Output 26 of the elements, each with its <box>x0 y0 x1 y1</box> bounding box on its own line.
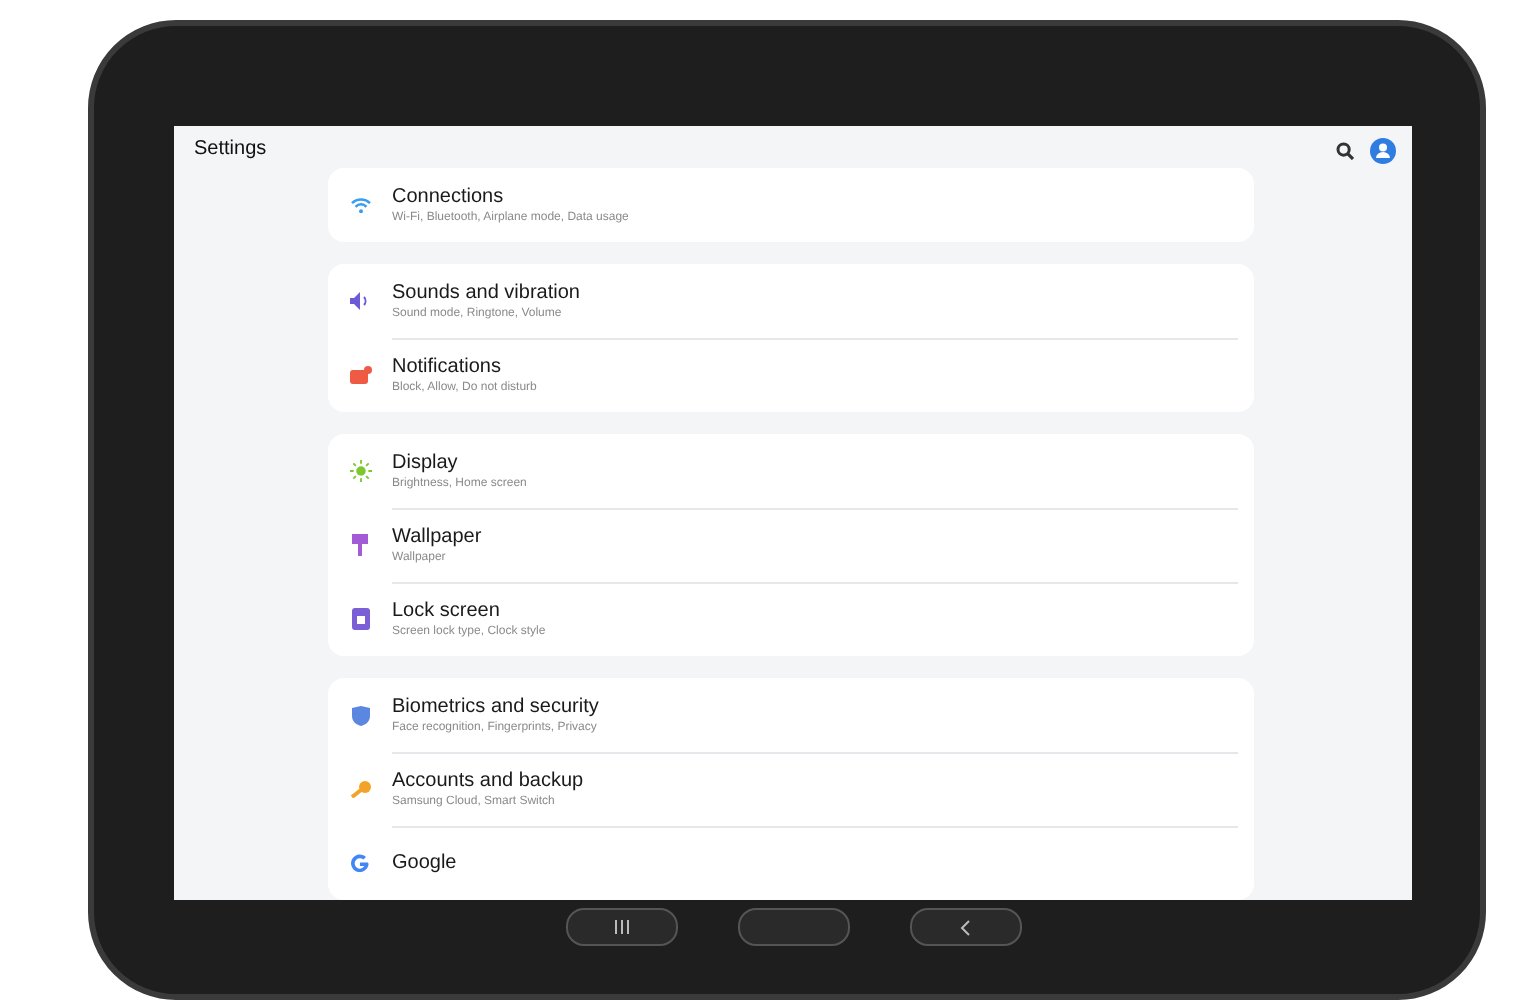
setting-title[interactable]: Biometrics and security <box>392 696 599 718</box>
sun-icon <box>349 460 371 482</box>
setting-title[interactable]: Connections <box>392 186 629 208</box>
home-button[interactable] <box>737 908 849 946</box>
back-button[interactable] <box>909 908 1021 946</box>
setting-title[interactable]: Lock screen <box>392 600 546 622</box>
setting-title[interactable]: Google <box>392 852 457 874</box>
setting-title[interactable]: Sounds and vibration <box>392 282 580 304</box>
setting-title[interactable]: Notifications <box>392 356 537 378</box>
account-icon[interactable] <box>1370 138 1396 164</box>
notification-icon <box>349 366 371 384</box>
bars-icon <box>613 920 629 934</box>
screen-title: Settings <box>194 138 267 160</box>
speaker-icon <box>350 292 370 310</box>
setting-title[interactable]: Wallpaper <box>392 526 482 548</box>
shield-icon <box>351 705 369 725</box>
lock-icon <box>351 608 369 630</box>
setting-title[interactable]: Accounts and backup <box>392 770 584 792</box>
brush-icon <box>352 534 368 556</box>
setting-title[interactable]: Display <box>392 452 527 474</box>
recent-apps-button[interactable] <box>565 908 677 946</box>
google-icon <box>350 853 370 873</box>
key-icon <box>349 780 371 798</box>
wifi-icon <box>349 196 371 214</box>
back-chevron-icon <box>960 919 970 935</box>
search-icon[interactable] <box>1336 142 1354 160</box>
